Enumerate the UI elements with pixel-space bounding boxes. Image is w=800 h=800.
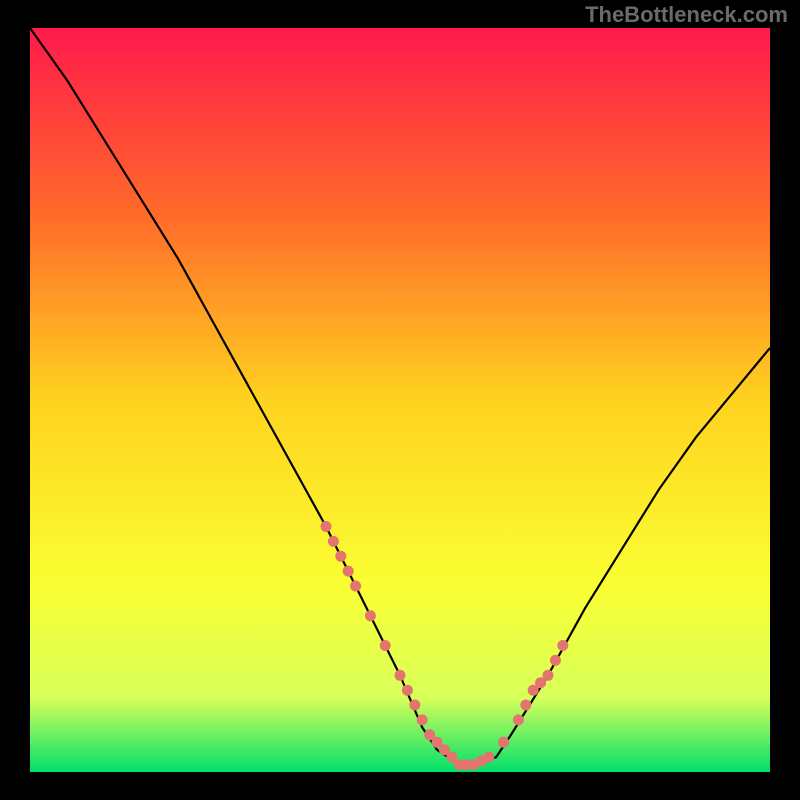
highlight-dot [335,551,346,562]
highlight-dot [550,655,561,666]
highlight-dot [395,670,406,681]
highlight-dot [365,610,376,621]
highlight-dot [402,685,413,696]
highlight-dot [328,536,339,547]
bottleneck-chart [0,0,800,800]
highlight-dot [498,737,509,748]
watermark-text: TheBottleneck.com [585,2,788,28]
highlight-dot [321,521,332,532]
highlight-dot [343,566,354,577]
highlight-dot [409,700,420,711]
plot-background [30,28,770,772]
highlight-dot [520,700,531,711]
highlight-dot [350,581,361,592]
highlight-dot [380,640,391,651]
highlight-dot [417,714,428,725]
highlight-dot [557,640,568,651]
highlight-dot [543,670,554,681]
highlight-dot [483,752,494,763]
highlight-dot [513,714,524,725]
